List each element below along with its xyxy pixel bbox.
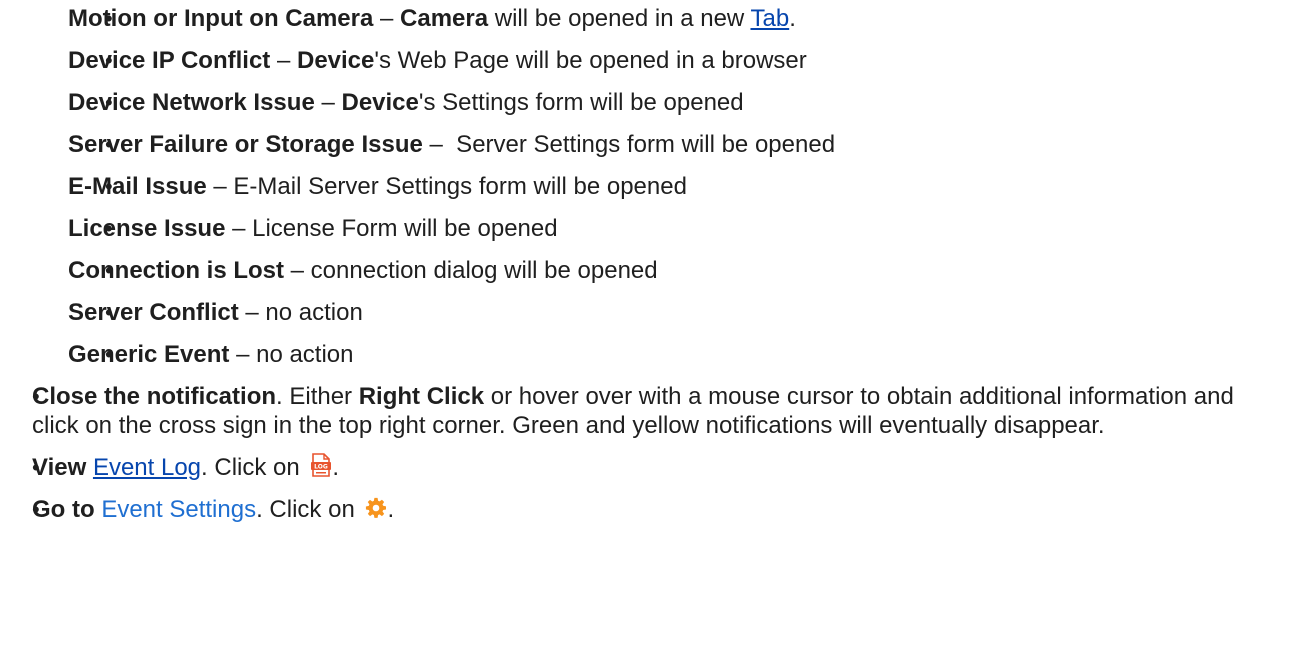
text: 's Web Page will be opened in a browser <box>374 47 807 74</box>
event-name: Connection is Lost <box>68 257 284 284</box>
gear-icon[interactable] <box>365 497 387 521</box>
text: – License Form will be opened <box>225 215 558 242</box>
bullet: • <box>105 216 113 241</box>
list-item-close-notification: • Close the notification. Either Right C… <box>32 382 1274 440</box>
event-name: License Issue <box>68 215 226 242</box>
text: . <box>789 5 796 32</box>
list-item: • Motion or Input on Camera – Camera wil… <box>68 4 1304 33</box>
bullet: • <box>32 384 40 409</box>
action-title: Go to <box>32 496 95 523</box>
bullet: • <box>105 174 113 199</box>
text: 's Settings form will be opened <box>418 89 744 116</box>
event-settings-link[interactable]: Event Settings <box>101 496 256 523</box>
object-name: Device <box>341 89 419 116</box>
object-name: Device <box>296 47 375 74</box>
event-name: Device IP Conflict <box>68 47 271 74</box>
text: – <box>373 5 401 32</box>
bullet: • <box>105 132 113 157</box>
bullet: • <box>32 455 40 480</box>
text: . <box>387 496 395 523</box>
list-item: • Server Failure or Storage Issue – Serv… <box>68 130 1304 159</box>
action-title: Close the notification <box>32 383 277 410</box>
text: – <box>270 47 297 74</box>
text: – no action <box>229 341 354 368</box>
text: . Either <box>276 383 359 410</box>
event-name: Generic Event <box>68 341 230 368</box>
log-file-icon[interactable]: LOG <box>310 453 332 477</box>
text: . Click on <box>201 454 307 481</box>
bullet: • <box>105 48 113 73</box>
event-name: Motion or Input on Camera <box>68 5 374 32</box>
text: – E-Mail Server Settings form will be op… <box>206 173 687 200</box>
list-item-event-settings: • Go to Event Settings. Click on . <box>32 495 1274 524</box>
text: – connection dialog will be opened <box>284 257 658 284</box>
text: – no action <box>238 299 363 326</box>
list-item: • Connection is Lost – connection dialog… <box>68 256 1304 285</box>
bullet: • <box>105 342 113 367</box>
text: – <box>314 89 342 116</box>
event-log-link[interactable]: Event Log <box>93 454 201 481</box>
event-action-list: • Motion or Input on Camera – Camera wil… <box>0 4 1304 369</box>
text: will be opened in a new <box>488 5 751 32</box>
event-name: E-Mail Issue <box>68 173 207 200</box>
bullet: • <box>105 6 113 31</box>
document-content: • Motion or Input on Camera – Camera wil… <box>0 0 1304 537</box>
event-name: Server Failure or Storage Issue <box>68 131 423 158</box>
action-title: View <box>32 454 87 481</box>
text: . <box>332 454 340 481</box>
tab-link[interactable]: Tab <box>750 5 789 32</box>
list-item: • Generic Event – no action <box>68 340 1304 369</box>
object-name: Camera <box>400 5 489 32</box>
svg-text:LOG: LOG <box>315 464 329 471</box>
list-item-view-event-log: • View Event Log. Click on LOG. <box>32 453 1274 482</box>
list-item: • License Issue – License Form will be o… <box>68 214 1304 243</box>
list-item: • E-Mail Issue – E-Mail Server Settings … <box>68 172 1304 201</box>
text: . Click on <box>256 496 362 523</box>
bullet: • <box>32 497 40 522</box>
event-name: Server Conflict <box>68 299 239 326</box>
text: – Server Settings form will be opened <box>422 131 836 158</box>
list-item: • Server Conflict – no action <box>68 298 1304 327</box>
notification-actions-list: • Close the notification. Either Right C… <box>0 382 1304 524</box>
bullet: • <box>105 90 113 115</box>
list-item: • Device IP Conflict – Device's Web Page… <box>68 46 1304 75</box>
list-item: • Device Network Issue – Device's Settin… <box>68 88 1304 117</box>
action-name: Right Click <box>358 383 485 410</box>
bullet: • <box>105 300 113 325</box>
bullet: • <box>105 258 113 283</box>
